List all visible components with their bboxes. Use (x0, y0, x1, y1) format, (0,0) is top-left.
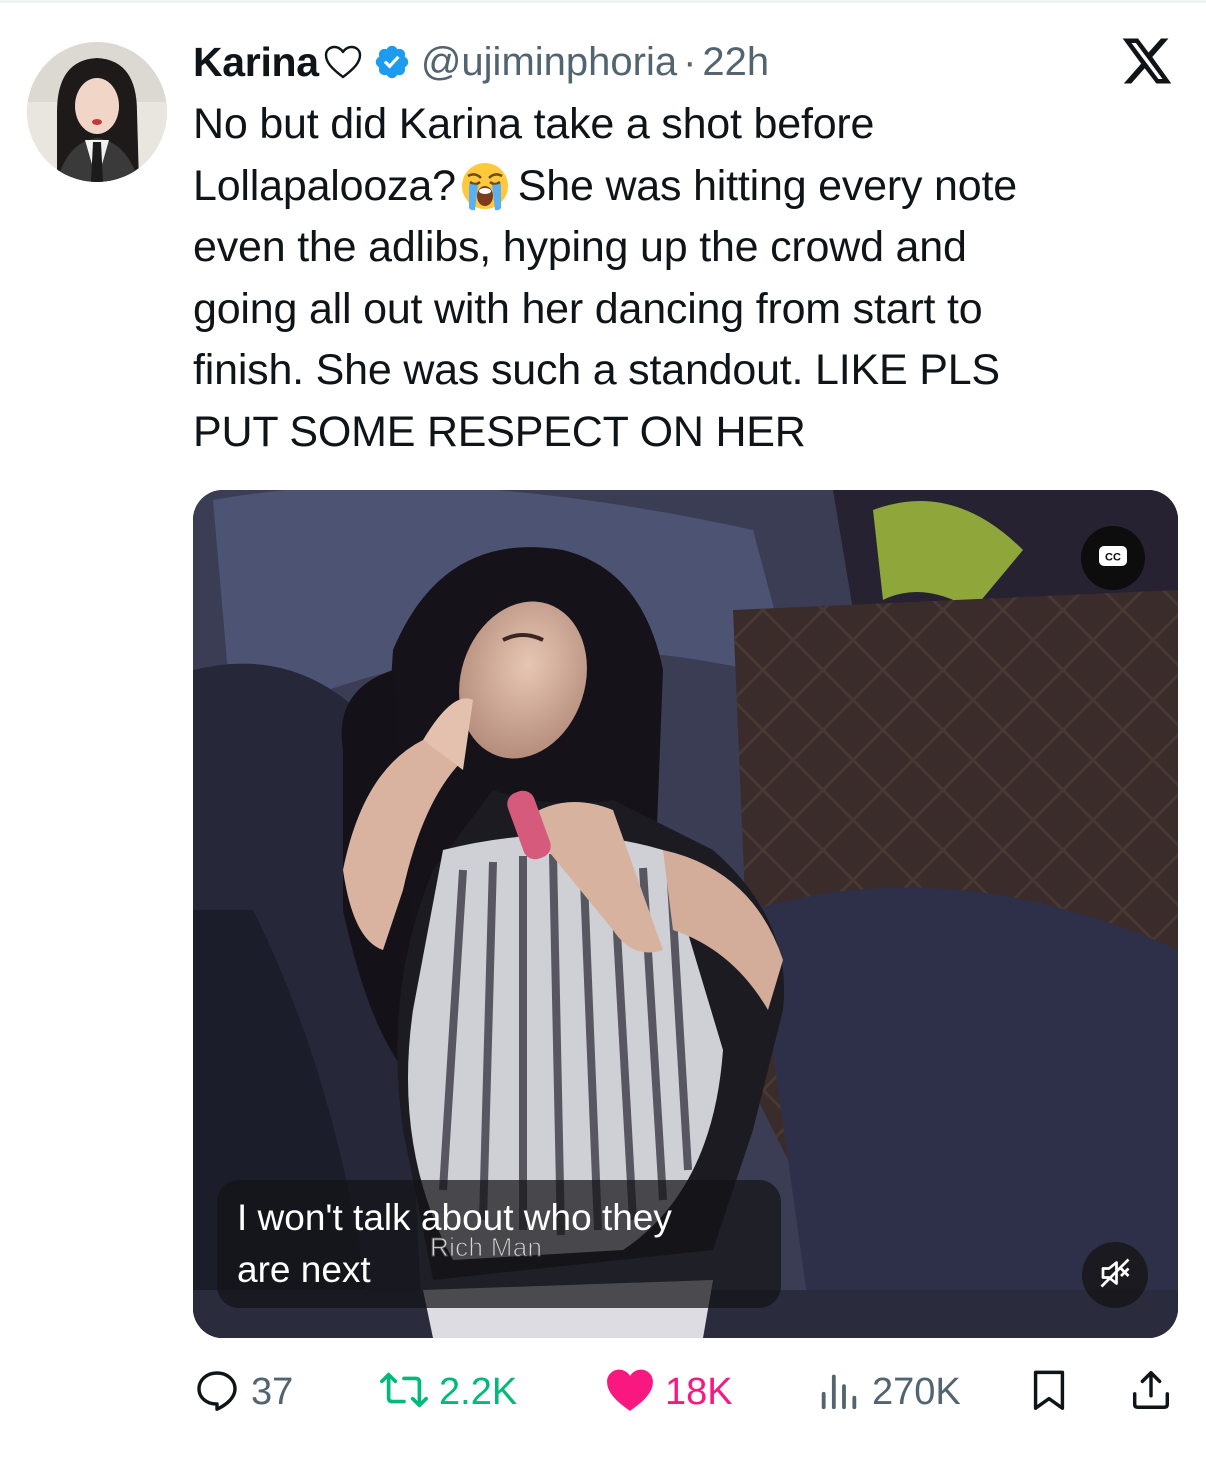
tweet-line-2b: She was hitting every note (517, 161, 1017, 210)
tweet-actions: 37 2.2K 18K 270K (193, 1364, 1178, 1420)
top-divider (0, 0, 1206, 3)
tweet-line-2a: Lollapalooza? (193, 161, 456, 210)
video-player[interactable]: CC I won't talk about who they are next (193, 490, 1178, 1338)
loudly-crying-face-icon (458, 158, 512, 212)
tweet-line-3: even the adlibs, hyping up the crowd and (193, 223, 967, 271)
verified-badge-icon (373, 43, 411, 81)
tweet-line-6: PUT SOME RESPECT ON HER (193, 407, 806, 456)
heart-filled-icon (605, 1367, 655, 1418)
author-handle[interactable]: @ujiminphoria (421, 40, 677, 85)
tweet-line-1: No but did Karina take a shot before (193, 100, 875, 148)
repost-count: 2.2K (439, 1370, 518, 1413)
like-count: 18K (665, 1370, 733, 1413)
like-button[interactable]: 18K (605, 1364, 733, 1420)
tweet-header: Karina @ujiminphoria · 22h (193, 34, 769, 90)
bookmark-icon (1026, 1366, 1072, 1419)
tweet-line-2: Lollapalooza? She was hitting every note (193, 156, 1183, 218)
author-avatar[interactable] (27, 42, 167, 182)
x-logo-icon (1120, 36, 1174, 86)
tweet-line-4: going all out with her dancing from star… (193, 284, 983, 333)
bookmark-button[interactable] (1026, 1364, 1072, 1420)
share-button[interactable] (1128, 1364, 1174, 1420)
views-button[interactable]: 270K (816, 1364, 961, 1420)
tweet-body: No but did Karina take a shot before Lol… (193, 94, 1183, 463)
video-watermark: Rich Man (429, 1232, 543, 1263)
caption-line-2: are next (237, 1249, 371, 1290)
mute-button[interactable] (1082, 1242, 1148, 1308)
views-count: 270K (872, 1370, 961, 1413)
reply-count: 37 (251, 1370, 294, 1413)
tweet-line-5: finish. She was such a standout. LIKE PL… (193, 346, 1000, 394)
speaker-muted-icon (1097, 1255, 1133, 1296)
author-display-name[interactable]: Karina (193, 39, 319, 86)
views-bar-chart-icon (816, 1367, 862, 1418)
heart-outline-icon (323, 44, 363, 80)
reply-button[interactable]: 37 (193, 1364, 293, 1420)
share-icon (1128, 1366, 1174, 1419)
repost-button[interactable]: 2.2K (379, 1364, 517, 1420)
closed-captions-button[interactable]: CC (1081, 526, 1145, 590)
tweet-timestamp[interactable]: 22h (702, 40, 769, 85)
repost-icon (379, 1366, 429, 1419)
reply-icon (193, 1366, 241, 1419)
separator-dot: · (683, 39, 697, 84)
svg-text:CC: CC (1105, 551, 1121, 563)
closed-captions-icon: CC (1098, 545, 1128, 572)
